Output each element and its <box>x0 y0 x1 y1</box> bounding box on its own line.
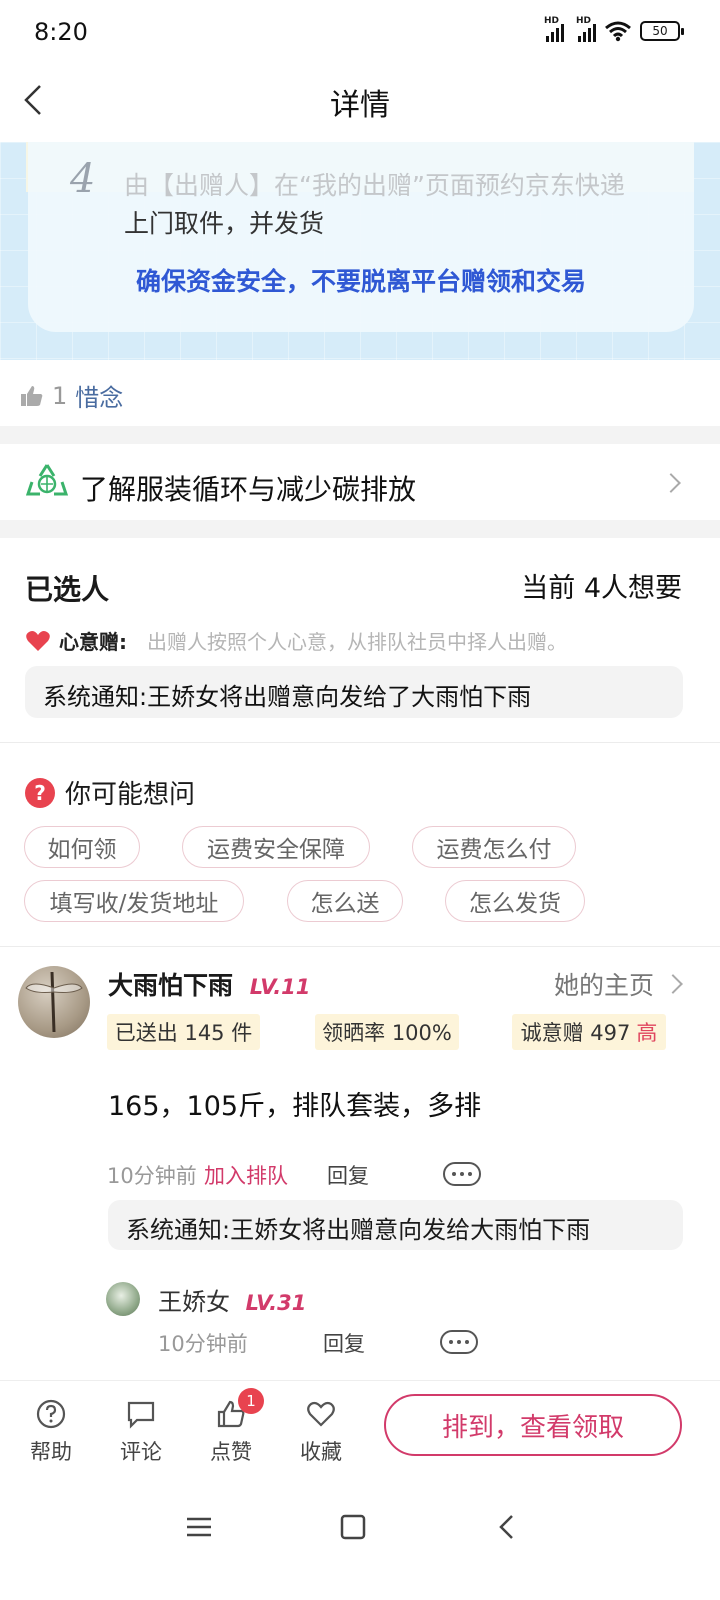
help-icon <box>36 1399 66 1429</box>
system-notice: 系统通知:王娇女将出赠意向发给了大雨怕下雨 <box>25 666 683 718</box>
more-icon[interactable] <box>440 1330 478 1354</box>
battery-icon: 50 <box>640 21 684 41</box>
heart-gift-desc: 出赠人按照个人心意，从排队社员中择人出赠。 <box>147 630 567 654</box>
faq-chip[interactable]: 填写收/发货地址 <box>24 880 244 922</box>
safety-notice: 确保资金安全，不要脱离平台赠领和交易 <box>135 267 586 296</box>
like-label: 点赞 <box>210 1440 252 1464</box>
reply-user[interactable]: 王娇女 LV.31 <box>158 1282 306 1317</box>
step-text-line1: 由【出赠人】在“我的出赠”页面预约京东快递 <box>124 171 625 200</box>
comment-time: 10分钟前 <box>107 1164 197 1188</box>
signal-icon: HD <box>544 16 564 42</box>
stat-sincerity-text: 诚意赠 497 <box>520 1021 631 1045</box>
commenter-name-text: 大雨怕下雨 <box>108 971 234 1000</box>
stat-sent: 已送出 145 件 <box>107 1014 260 1050</box>
status-icons: HD HD 50 <box>544 16 684 42</box>
comment-icon <box>127 1401 155 1429</box>
stat-sincerity: 诚意赠 497 高 <box>512 1014 666 1050</box>
commenter-level: LV.11 <box>249 975 311 999</box>
help-label: 帮助 <box>30 1440 72 1464</box>
heart-gift-label: 心意赠: <box>59 630 127 654</box>
faq-chip[interactable]: 运费怎么付 <box>412 826 576 868</box>
chevron-right-icon <box>663 974 683 994</box>
home-icon[interactable] <box>338 1512 368 1542</box>
wifi-icon <box>605 21 631 42</box>
reply-button[interactable]: 回复 <box>327 1160 369 1190</box>
faq-chip[interactable]: 怎么发货 <box>445 880 585 922</box>
heart-outline-icon <box>307 1401 335 1427</box>
status-time: 8:20 <box>34 18 88 46</box>
liker-name[interactable]: 惜念 <box>75 378 123 413</box>
wanting-count: 当前 4人想要 <box>521 573 682 604</box>
heart-gift-line: 心意赠: 出赠人按照个人心意，从排队社员中择人出赠。 <box>25 626 567 655</box>
recycle-icon <box>26 464 68 496</box>
stat-rate: 领晒率 100% <box>315 1014 459 1050</box>
faq-header: ? 你可能想问 <box>25 774 195 811</box>
comment-label: 评论 <box>120 1440 162 1464</box>
comment-button[interactable]: 评论 <box>106 1398 176 1466</box>
help-button[interactable]: 帮助 <box>16 1398 86 1466</box>
section-gap <box>0 426 720 444</box>
back-nav-icon[interactable] <box>492 1512 522 1542</box>
homepage-label: 她的主页 <box>553 971 654 1000</box>
likes-row: 1 惜念 <box>20 378 123 413</box>
homepage-link[interactable]: 她的主页 <box>553 966 683 1002</box>
more-icon[interactable] <box>443 1162 481 1186</box>
check-claim-button[interactable]: 排到，查看领取 <box>384 1394 682 1456</box>
stat-sincerity-tag: 高 <box>636 1021 658 1045</box>
eco-link-label: 了解服装循环与减少碳排放 <box>80 473 417 506</box>
question-icon: ? <box>25 777 55 808</box>
faq-title: 你可能想问 <box>65 780 196 810</box>
step-number: 4 <box>70 156 96 202</box>
like-badge: 1 <box>238 1388 264 1414</box>
faq-chip[interactable]: 如何领 <box>24 826 140 868</box>
system-reply: 系统通知:王娇女将出赠意向发给大雨怕下雨 <box>108 1200 683 1250</box>
signal-icon-2: HD <box>576 16 596 42</box>
divider <box>0 742 720 743</box>
menu-icon[interactable] <box>184 1512 214 1542</box>
commenter-name[interactable]: 大雨怕下雨 LV.11 <box>108 966 310 1002</box>
section-gap <box>0 520 720 538</box>
reply-reply-button[interactable]: 回复 <box>323 1328 365 1358</box>
step-text-line2: 上门取件，并发货 <box>124 209 325 238</box>
reply-time: 10分钟前 <box>158 1332 248 1356</box>
favorite-button[interactable]: 收藏 <box>286 1398 356 1466</box>
heart-icon <box>26 630 50 651</box>
thumbs-up-icon <box>21 385 43 406</box>
favorite-label: 收藏 <box>300 1440 342 1464</box>
reply-user-level: LV.31 <box>245 1291 307 1315</box>
page-title: 详情 <box>330 88 390 123</box>
selected-title: 已选人 <box>25 573 110 606</box>
faq-chip[interactable]: 运费安全保障 <box>182 826 370 868</box>
reply-avatar[interactable] <box>106 1282 140 1316</box>
comment-action: 加入排队 <box>204 1164 288 1188</box>
instruction-banner: 4 由【出赠人】在“我的出赠”页面预约京东快递 上门取件，并发货 确保资金安全，… <box>0 142 720 360</box>
likes-count: 1 <box>52 381 68 410</box>
comment-text: 165，105斤，排队套装，多排 <box>108 1091 482 1122</box>
system-nav-bar <box>0 1490 720 1600</box>
avatar[interactable] <box>18 966 90 1038</box>
faq-chip[interactable]: 怎么送 <box>287 880 403 922</box>
reply-user-name: 王娇女 <box>158 1288 230 1316</box>
divider <box>0 946 720 947</box>
